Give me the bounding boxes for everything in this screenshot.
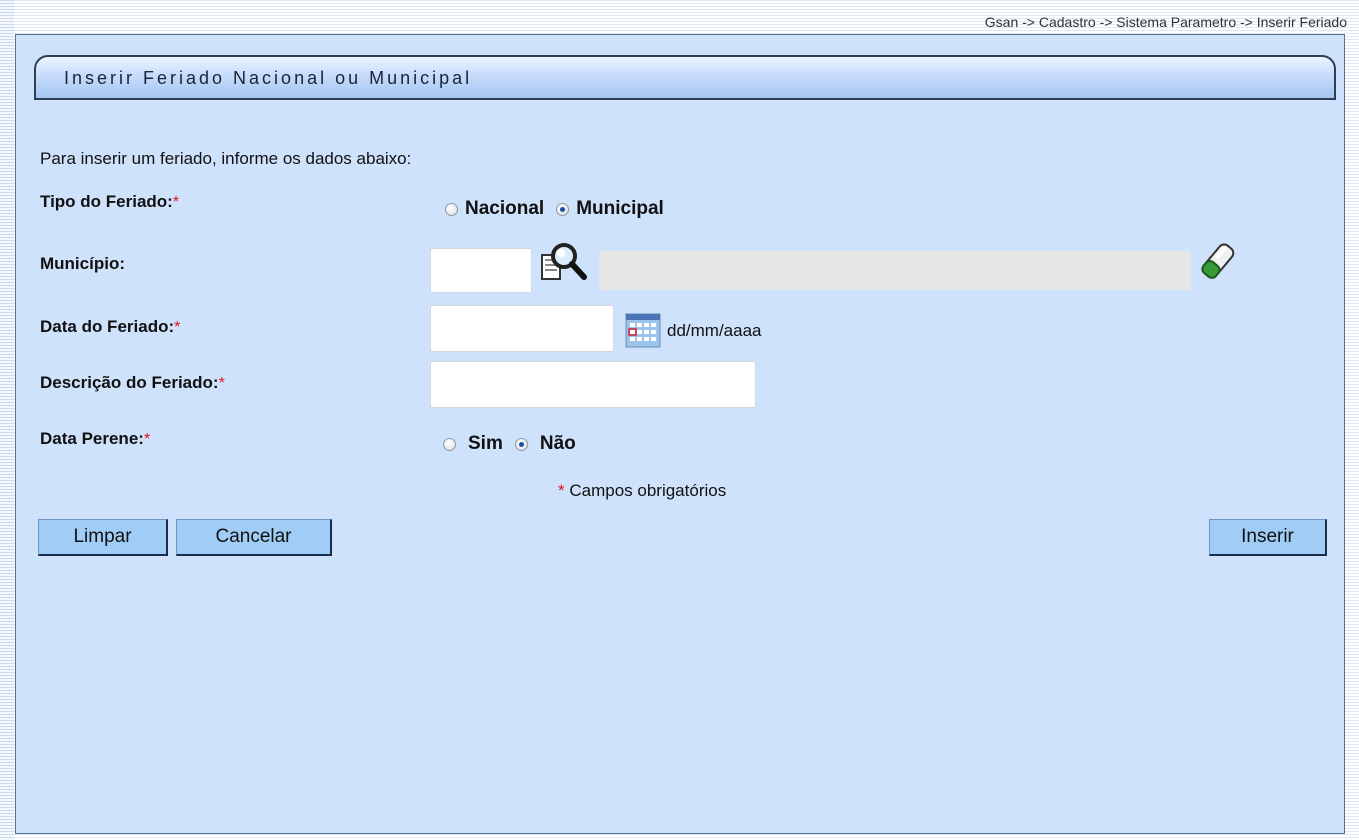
left-stripe	[0, 0, 14, 840]
title-bar: Inserir Feriado Nacional ou Municipal	[34, 55, 1336, 100]
limpar-button[interactable]: Limpar	[38, 519, 168, 556]
radio-municipal[interactable]	[556, 202, 570, 216]
radio-nao-label[interactable]: Não	[540, 433, 576, 455]
descricao-label: Descrição do Feriado:	[40, 373, 219, 392]
form-panel: Inserir Feriado Nacional ou Municipal Pa…	[15, 34, 1345, 834]
radio-nao[interactable]	[514, 437, 528, 451]
page-title: Inserir Feriado Nacional ou Municipal	[64, 68, 473, 88]
radio-sim[interactable]	[443, 437, 456, 451]
radio-sim-label[interactable]: Sim	[468, 433, 503, 455]
required-note-text: Campos obrigatórios	[569, 481, 727, 500]
tipo-feriado-label: Tipo do Feriado:*	[40, 192, 180, 211]
form-intro: Para inserir um feriado, informe os dado…	[40, 149, 412, 168]
search-icon[interactable]	[540, 241, 588, 285]
descricao-input[interactable]	[430, 361, 756, 408]
radio-nacional[interactable]	[445, 202, 458, 216]
data-feriado-label-row: Data do Feriado:*	[40, 317, 180, 337]
required-asterisk: *	[143, 431, 151, 448]
breadcrumb: Gsan -> Cadastro -> Sistema Parametro ->…	[984, 14, 1347, 30]
descricao-label-row: Descrição do Feriado:*	[40, 373, 225, 393]
required-asterisk: *	[558, 481, 565, 500]
radio-municipal-label[interactable]: Municipal	[576, 198, 664, 220]
municipio-name-display	[599, 251, 1191, 290]
municipio-code-input[interactable]	[430, 248, 532, 293]
data-feriado-input[interactable]	[430, 305, 614, 352]
required-asterisk: *	[174, 319, 181, 336]
radio-nacional-label[interactable]: Nacional	[465, 198, 544, 220]
data-perene-label-row: Data Perene:*	[40, 429, 150, 449]
date-format-hint: dd/mm/aaaa	[667, 321, 762, 340]
cancelar-button[interactable]: Cancelar	[176, 519, 332, 556]
calendar-icon[interactable]	[625, 313, 661, 348]
inserir-button[interactable]: Inserir	[1209, 519, 1327, 556]
data-perene-radio-group: Sim Não	[443, 433, 588, 455]
required-asterisk: *	[218, 375, 225, 392]
required-asterisk: *	[172, 194, 180, 211]
municipio-label: Município:	[40, 254, 125, 273]
tipo-feriado-radio-group: Nacional Municipal	[445, 198, 676, 220]
data-perene-label: Data Perene:	[40, 429, 144, 448]
eraser-icon[interactable]	[1201, 239, 1235, 283]
required-note: * Campos obrigatórios	[558, 481, 726, 501]
data-feriado-label: Data do Feriado:	[40, 317, 175, 336]
municipio-label-row: Município:	[40, 254, 125, 274]
